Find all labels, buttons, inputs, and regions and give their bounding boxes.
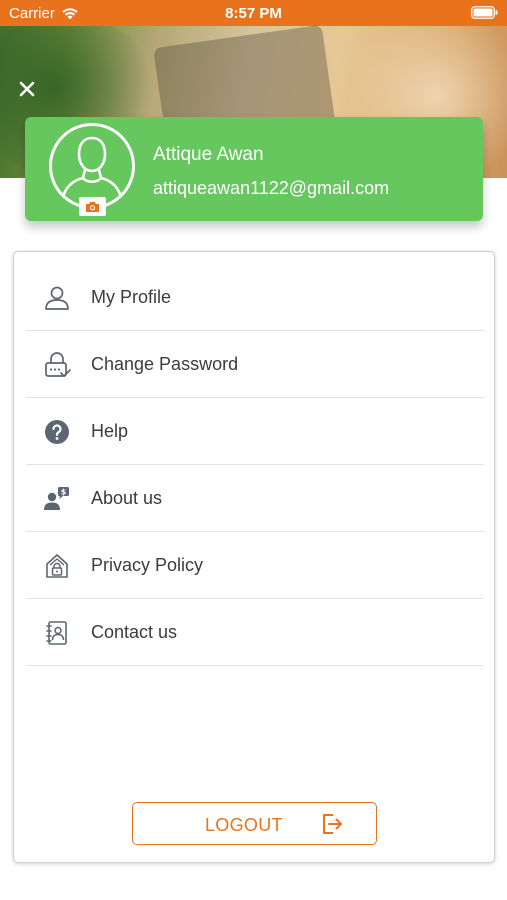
menu-item-help[interactable]: Help (26, 398, 484, 465)
contacts-icon (43, 619, 71, 647)
close-button[interactable] (14, 76, 40, 102)
user-name: Attique Awan (153, 144, 264, 165)
close-icon (19, 81, 35, 97)
user-email: attiqueawan1122@gmail.com (153, 178, 390, 198)
logout-icon (323, 814, 342, 834)
camera-icon (86, 201, 99, 212)
menu-item-privacy-policy[interactable]: Privacy Policy (26, 532, 484, 599)
menu-item-label: About us (91, 488, 163, 508)
status-bar: Carrier 8:57 PM (0, 0, 507, 26)
logout-label: LOGOUT (205, 815, 283, 835)
menu-card: My Profile Change Password Help $ About … (13, 251, 495, 863)
menu-item-label: Privacy Policy (91, 555, 204, 575)
user-icon (43, 284, 71, 312)
logout-button[interactable]: LOGOUT (132, 802, 377, 845)
menu-item-label: My Profile (91, 287, 172, 307)
about-icon: $ (43, 485, 71, 513)
user-silhouette-icon (62, 136, 122, 196)
menu-item-about-us[interactable]: $ About us (26, 465, 484, 532)
menu-item-label: Change Password (91, 354, 239, 374)
svg-text:$: $ (61, 487, 67, 496)
profile-card: Attique Awan attiqueawan1122@gmail.com (25, 117, 483, 221)
menu-item-contact-us[interactable]: Contact us (26, 599, 484, 666)
clock: 8:57 PM (225, 5, 282, 22)
lock-icon (43, 351, 71, 379)
menu-item-label: Help (91, 421, 129, 441)
menu-item-label: Contact us (91, 622, 178, 642)
battery-icon (471, 6, 498, 19)
question-icon (43, 418, 71, 446)
menu-item-change-password[interactable]: Change Password (26, 331, 484, 398)
menu-item-my-profile[interactable]: My Profile (26, 264, 484, 331)
change-photo-button[interactable] (79, 197, 106, 216)
privacy-icon (43, 552, 71, 580)
